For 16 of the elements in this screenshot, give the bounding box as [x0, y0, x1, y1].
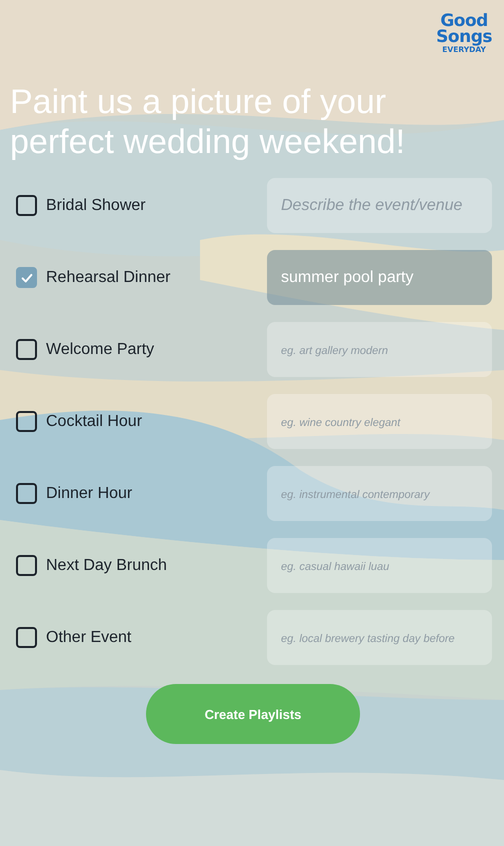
- checkbox[interactable]: [16, 627, 37, 648]
- event-label: Cocktail Hour: [46, 412, 142, 431]
- input-field[interactable]: summer pool party: [267, 250, 492, 306]
- event-label: Other Event: [46, 628, 132, 647]
- checkbox[interactable]: [16, 483, 37, 504]
- checkbox[interactable]: [16, 339, 37, 360]
- checkbox[interactable]: [16, 267, 37, 288]
- checkbox[interactable]: [16, 555, 37, 576]
- checkbox[interactable]: [16, 195, 37, 216]
- event-label: Next Day Brunch: [46, 556, 167, 575]
- event-label: Welcome Party: [46, 340, 154, 359]
- event-label: Dinner Hour: [46, 484, 132, 503]
- event-label: Bridal Shower: [46, 196, 146, 215]
- create-playlists-button[interactable]: Create Playlists: [146, 684, 360, 744]
- checkbox[interactable]: [16, 411, 37, 432]
- event-label: Rehearsal Dinner: [46, 268, 171, 287]
